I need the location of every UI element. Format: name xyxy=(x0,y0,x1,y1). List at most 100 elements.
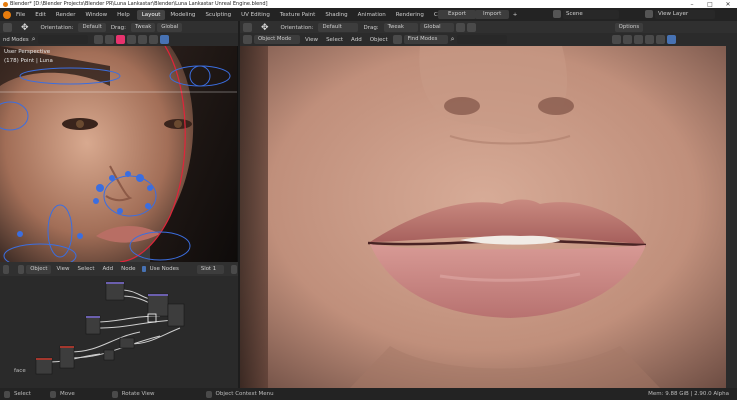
export-button[interactable]: Export xyxy=(438,10,477,19)
orientation-select[interactable]: Default xyxy=(318,23,359,32)
tab-texture-paint[interactable]: Texture Paint xyxy=(275,10,321,20)
menu-select[interactable]: Select xyxy=(322,37,347,43)
tab-shading[interactable]: Shading xyxy=(320,10,352,20)
tab-modeling[interactable]: Modeling xyxy=(165,10,200,20)
right-region-scrollbar[interactable] xyxy=(726,46,737,388)
editor-type-icon[interactable] xyxy=(243,35,252,44)
menu-object[interactable]: Object xyxy=(366,37,392,43)
add-workspace-button[interactable]: + xyxy=(508,10,523,20)
menu-node[interactable]: Node xyxy=(117,266,139,272)
lips-render-image xyxy=(240,46,726,388)
viewport-object-info: (178) Point | Luna xyxy=(4,58,53,64)
face-render-image xyxy=(0,46,237,262)
proportional-edit-icon[interactable] xyxy=(466,23,476,32)
orientation-label: Orientation: xyxy=(40,24,74,31)
shading-solid-icon[interactable] xyxy=(137,35,147,44)
select-tool-icon[interactable] xyxy=(3,23,12,32)
material-icon[interactable] xyxy=(115,35,125,44)
tab-rendering[interactable]: Rendering xyxy=(391,10,429,20)
keyframe-icon[interactable] xyxy=(392,35,402,44)
menu-add[interactable]: Add xyxy=(99,266,118,272)
maximize-button[interactable]: □ xyxy=(701,0,719,8)
menu-select[interactable]: Select xyxy=(74,266,99,272)
transform-orientation-select[interactable]: Global xyxy=(419,23,454,32)
status-context: Object Context Menu xyxy=(215,391,274,397)
import-button[interactable]: Import xyxy=(475,10,510,19)
move-gizmo-icon[interactable]: ✥ xyxy=(21,23,29,33)
shading-material-icon[interactable] xyxy=(148,35,158,44)
drag-label: Drag: xyxy=(363,24,379,31)
right-3d-viewport[interactable] xyxy=(240,46,726,388)
visibility-icon[interactable] xyxy=(611,35,621,44)
menu-help[interactable]: Help xyxy=(112,12,135,18)
slot-select[interactable]: Slot 1 xyxy=(196,264,224,274)
object-type-icon[interactable] xyxy=(18,264,25,274)
menu-render[interactable]: Render xyxy=(51,12,81,18)
search-field[interactable] xyxy=(456,35,507,44)
status-select: Select xyxy=(14,391,31,397)
options-button[interactable]: Options xyxy=(614,23,644,32)
xray-icon[interactable] xyxy=(633,35,643,44)
scene-field[interactable]: Scene xyxy=(563,10,619,19)
view-layer-icon xyxy=(645,10,653,18)
find-modes-select[interactable]: Find Modes xyxy=(403,35,448,44)
close-button[interactable]: ✕ xyxy=(719,0,737,8)
menu-view[interactable]: View xyxy=(301,37,322,43)
gizmo-icon[interactable] xyxy=(126,35,136,44)
shading-rendered-icon[interactable] xyxy=(666,35,676,44)
window-title: Blender* [D:\Blender Projects\Blender PR… xyxy=(10,1,268,7)
find-modes-field[interactable]: nd Modes xyxy=(0,37,32,43)
mouse-right-icon xyxy=(205,390,212,398)
search-icon[interactable]: ⌕ xyxy=(451,35,455,44)
blender-menu-icon[interactable] xyxy=(3,10,11,19)
menu-edit[interactable]: Edit xyxy=(30,12,51,18)
blender-logo-icon xyxy=(3,1,8,7)
status-bar: Select Move Rotate View Object Context M… xyxy=(0,388,737,400)
node-editor-header: Object View Select Add Node Use Nodes Sl… xyxy=(0,262,238,276)
menu-view[interactable]: View xyxy=(52,266,73,272)
node-frame-label: face xyxy=(14,368,26,374)
overlay-icon[interactable] xyxy=(622,35,632,44)
scene-icon xyxy=(553,10,561,18)
tab-sculpting[interactable]: Sculpting xyxy=(200,10,236,20)
minimize-button[interactable]: – xyxy=(683,0,701,8)
menu-add[interactable]: Add xyxy=(347,37,366,43)
menu-window[interactable]: Window xyxy=(80,12,112,18)
tab-layout[interactable]: Layout xyxy=(136,9,166,20)
mouse-middle-icon xyxy=(49,390,56,398)
tab-uv-editing[interactable]: UV Editing xyxy=(236,10,275,20)
orientation-label: Orientation: xyxy=(280,24,314,31)
left-viewport-header: nd Modes ⌕ xyxy=(0,33,238,46)
object-mode-select[interactable]: Object Mode xyxy=(254,35,300,44)
transform-orientation-select[interactable]: Global xyxy=(157,23,183,32)
drag-select[interactable]: Tweak xyxy=(131,23,156,32)
editor-type-icon[interactable] xyxy=(3,264,10,274)
select-tool-icon[interactable] xyxy=(243,23,252,32)
shading-solid-icon[interactable] xyxy=(644,35,654,44)
snap-icon[interactable] xyxy=(455,23,465,32)
pin-icon[interactable] xyxy=(230,264,237,274)
menubar: File Edit Render Window Help Layout Model… xyxy=(0,8,737,21)
window-titlebar: Blender* [D:\Blender Projects\Blender PR… xyxy=(0,0,737,8)
viewport-perspective-label: User Perspective xyxy=(4,49,51,55)
menu-file[interactable]: File xyxy=(11,12,30,18)
tab-animation[interactable]: Animation xyxy=(353,10,391,20)
search-icon[interactable]: ⌕ xyxy=(32,35,36,44)
orientation-select[interactable]: Default xyxy=(78,23,106,32)
viewport-icon[interactable] xyxy=(93,35,103,44)
shader-node-editor[interactable]: face xyxy=(0,276,238,388)
move-gizmo-icon[interactable]: ✥ xyxy=(261,23,269,33)
search-field[interactable] xyxy=(37,35,88,44)
status-move: Move xyxy=(59,391,75,397)
right-viewport-header: Object Mode View Select Add Object Find … xyxy=(240,33,737,46)
shading-rendered-icon[interactable] xyxy=(159,35,169,44)
left-3d-viewport[interactable]: User Perspective (178) Point | Luna xyxy=(0,46,238,262)
shader-type-select[interactable]: Object xyxy=(26,264,52,274)
shading-material-icon[interactable] xyxy=(655,35,665,44)
view-layer-field[interactable]: View Layer xyxy=(655,10,715,19)
drag-select[interactable]: Tweak xyxy=(383,23,418,32)
overlay-icon[interactable] xyxy=(104,35,114,44)
mouse-left-icon xyxy=(4,390,10,398)
drag-label: Drag: xyxy=(110,24,127,31)
mouse-rotate-icon xyxy=(111,390,118,398)
